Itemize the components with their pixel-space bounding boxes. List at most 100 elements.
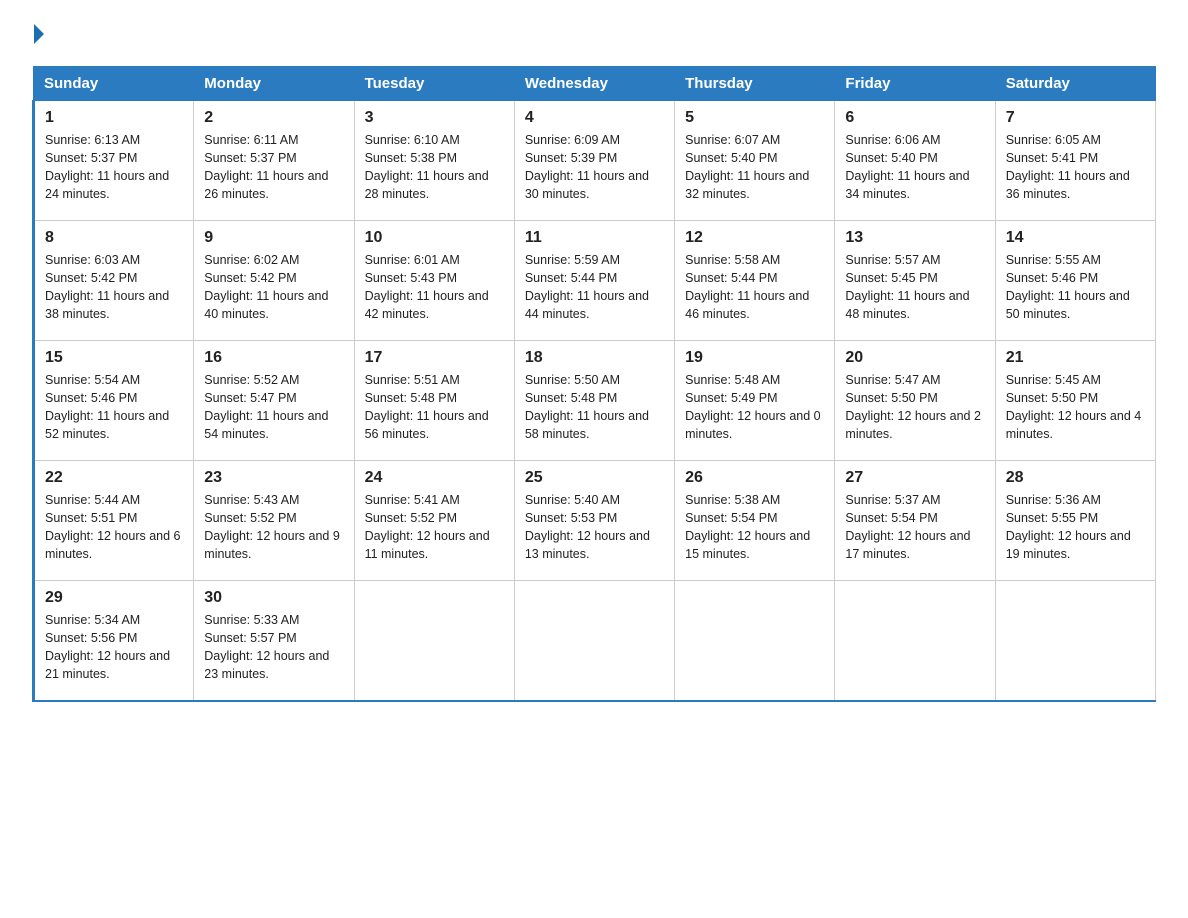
calendar-cell: 1 Sunrise: 6:13 AMSunset: 5:37 PMDaylight… [34, 101, 194, 221]
header-day-friday: Friday [835, 67, 995, 101]
day-number: 28 [1006, 469, 1145, 487]
calendar-cell: 16 Sunrise: 5:52 AMSunset: 5:47 PMDayligh… [194, 341, 354, 461]
day-number: 23 [204, 469, 343, 487]
day-number: 13 [845, 229, 984, 247]
header [32, 24, 1156, 48]
day-number: 21 [1006, 349, 1145, 367]
day-number: 8 [45, 229, 183, 247]
calendar-cell [354, 581, 514, 701]
header-day-sunday: Sunday [34, 67, 194, 101]
calendar-cell [675, 581, 835, 701]
calendar-cell: 9 Sunrise: 6:02 AMSunset: 5:42 PMDaylight… [194, 221, 354, 341]
calendar-cell: 24 Sunrise: 5:41 AMSunset: 5:52 PMDayligh… [354, 461, 514, 581]
calendar-cell: 14 Sunrise: 5:55 AMSunset: 5:46 PMDayligh… [995, 221, 1155, 341]
calendar-cell: 13 Sunrise: 5:57 AMSunset: 5:45 PMDayligh… [835, 221, 995, 341]
day-info: Sunrise: 5:48 AMSunset: 5:49 PMDaylight:… [685, 371, 824, 444]
calendar-cell: 22 Sunrise: 5:44 AMSunset: 5:51 PMDayligh… [34, 461, 194, 581]
calendar-cell: 20 Sunrise: 5:47 AMSunset: 5:50 PMDayligh… [835, 341, 995, 461]
day-info: Sunrise: 5:51 AMSunset: 5:48 PMDaylight:… [365, 371, 504, 444]
day-info: Sunrise: 5:37 AMSunset: 5:54 PMDaylight:… [845, 491, 984, 564]
day-number: 26 [685, 469, 824, 487]
calendar-cell: 26Sunrise: 5:38 AMSunset: 5:54 PMDayligh… [675, 461, 835, 581]
day-info: Sunrise: 5:52 AMSunset: 5:47 PMDaylight:… [204, 371, 343, 444]
day-number: 3 [365, 109, 504, 127]
day-number: 24 [365, 469, 504, 487]
day-number: 5 [685, 109, 824, 127]
calendar-cell: 23 Sunrise: 5:43 AMSunset: 5:52 PMDayligh… [194, 461, 354, 581]
day-number: 6 [845, 109, 984, 127]
calendar-cell: 5 Sunrise: 6:07 AMSunset: 5:40 PMDaylight… [675, 101, 835, 221]
calendar-cell: 2 Sunrise: 6:11 AMSunset: 5:37 PMDaylight… [194, 101, 354, 221]
day-number: 9 [204, 229, 343, 247]
calendar-cell: 8 Sunrise: 6:03 AMSunset: 5:42 PMDaylight… [34, 221, 194, 341]
day-number: 22 [45, 469, 183, 487]
calendar-cell: 27 Sunrise: 5:37 AMSunset: 5:54 PMDayligh… [835, 461, 995, 581]
calendar-cell: 6 Sunrise: 6:06 AMSunset: 5:40 PMDaylight… [835, 101, 995, 221]
header-day-monday: Monday [194, 67, 354, 101]
day-info: Sunrise: 5:55 AMSunset: 5:46 PMDaylight:… [1006, 251, 1145, 324]
day-info: Sunrise: 6:07 AMSunset: 5:40 PMDaylight:… [685, 131, 824, 204]
day-number: 27 [845, 469, 984, 487]
day-info: Sunrise: 5:36 AMSunset: 5:55 PMDaylight:… [1006, 491, 1145, 564]
calendar-cell: 11 Sunrise: 5:59 AMSunset: 5:44 PMDayligh… [514, 221, 674, 341]
day-number: 15 [45, 349, 183, 367]
day-number: 20 [845, 349, 984, 367]
header-day-wednesday: Wednesday [514, 67, 674, 101]
day-info: Sunrise: 5:54 AMSunset: 5:46 PMDaylight:… [45, 371, 183, 444]
week-row-1: 1 Sunrise: 6:13 AMSunset: 5:37 PMDaylight… [34, 101, 1156, 221]
calendar-cell: 28 Sunrise: 5:36 AMSunset: 5:55 PMDayligh… [995, 461, 1155, 581]
day-number: 17 [365, 349, 504, 367]
day-info: Sunrise: 5:43 AMSunset: 5:52 PMDaylight:… [204, 491, 343, 564]
logo-triangle-icon [34, 24, 44, 44]
day-info: Sunrise: 5:34 AMSunset: 5:56 PMDaylight:… [45, 611, 183, 684]
header-day-thursday: Thursday [675, 67, 835, 101]
day-number: 2 [204, 109, 343, 127]
calendar-cell [514, 581, 674, 701]
week-row-2: 8 Sunrise: 6:03 AMSunset: 5:42 PMDaylight… [34, 221, 1156, 341]
day-info: Sunrise: 5:40 AMSunset: 5:53 PMDaylight:… [525, 491, 664, 564]
day-number: 18 [525, 349, 664, 367]
day-number: 14 [1006, 229, 1145, 247]
calendar-cell: 15 Sunrise: 5:54 AMSunset: 5:46 PMDayligh… [34, 341, 194, 461]
day-info: Sunrise: 5:50 AMSunset: 5:48 PMDaylight:… [525, 371, 664, 444]
calendar-cell: 25 Sunrise: 5:40 AMSunset: 5:53 PMDayligh… [514, 461, 674, 581]
day-info: Sunrise: 5:59 AMSunset: 5:44 PMDaylight:… [525, 251, 664, 324]
day-info: Sunrise: 5:58 AMSunset: 5:44 PMDaylight:… [685, 251, 824, 324]
day-info: Sunrise: 6:10 AMSunset: 5:38 PMDaylight:… [365, 131, 504, 204]
day-number: 29 [45, 589, 183, 607]
calendar-cell: 18 Sunrise: 5:50 AMSunset: 5:48 PMDayligh… [514, 341, 674, 461]
day-number: 16 [204, 349, 343, 367]
day-info: Sunrise: 6:13 AMSunset: 5:37 PMDaylight:… [45, 131, 183, 204]
day-info: Sunrise: 6:06 AMSunset: 5:40 PMDaylight:… [845, 131, 984, 204]
calendar-body: 1 Sunrise: 6:13 AMSunset: 5:37 PMDaylight… [34, 101, 1156, 701]
calendar-table: SundayMondayTuesdayWednesdayThursdayFrid… [32, 66, 1156, 702]
calendar-cell: 19 Sunrise: 5:48 AMSunset: 5:49 PMDayligh… [675, 341, 835, 461]
day-number: 19 [685, 349, 824, 367]
day-number: 11 [525, 229, 664, 247]
day-number: 12 [685, 229, 824, 247]
day-info: Sunrise: 6:11 AMSunset: 5:37 PMDaylight:… [204, 131, 343, 204]
day-info: Sunrise: 5:33 AMSunset: 5:57 PMDaylight:… [204, 611, 343, 684]
calendar-cell: 12 Sunrise: 5:58 AMSunset: 5:44 PMDayligh… [675, 221, 835, 341]
day-info: Sunrise: 5:41 AMSunset: 5:52 PMDaylight:… [365, 491, 504, 564]
day-info: Sunrise: 6:02 AMSunset: 5:42 PMDaylight:… [204, 251, 343, 324]
day-info: Sunrise: 5:57 AMSunset: 5:45 PMDaylight:… [845, 251, 984, 324]
header-day-saturday: Saturday [995, 67, 1155, 101]
day-info: Sunrise: 6:01 AMSunset: 5:43 PMDaylight:… [365, 251, 504, 324]
header-row: SundayMondayTuesdayWednesdayThursdayFrid… [34, 67, 1156, 101]
day-info: Sunrise: 5:44 AMSunset: 5:51 PMDaylight:… [45, 491, 183, 564]
day-info: Sunrise: 5:47 AMSunset: 5:50 PMDaylight:… [845, 371, 984, 444]
day-number: 25 [525, 469, 664, 487]
day-number: 7 [1006, 109, 1145, 127]
calendar-cell [835, 581, 995, 701]
day-info: Sunrise: 6:05 AMSunset: 5:41 PMDaylight:… [1006, 131, 1145, 204]
day-number: 4 [525, 109, 664, 127]
day-info: Sunrise: 6:09 AMSunset: 5:39 PMDaylight:… [525, 131, 664, 204]
calendar-cell: 30Sunrise: 5:33 AMSunset: 5:57 PMDayligh… [194, 581, 354, 701]
day-info: Sunrise: 6:03 AMSunset: 5:42 PMDaylight:… [45, 251, 183, 324]
day-number: 1 [45, 109, 183, 127]
week-row-4: 22 Sunrise: 5:44 AMSunset: 5:51 PMDayligh… [34, 461, 1156, 581]
header-day-tuesday: Tuesday [354, 67, 514, 101]
calendar-cell: 4 Sunrise: 6:09 AMSunset: 5:39 PMDaylight… [514, 101, 674, 221]
calendar-cell: 7 Sunrise: 6:05 AMSunset: 5:41 PMDaylight… [995, 101, 1155, 221]
